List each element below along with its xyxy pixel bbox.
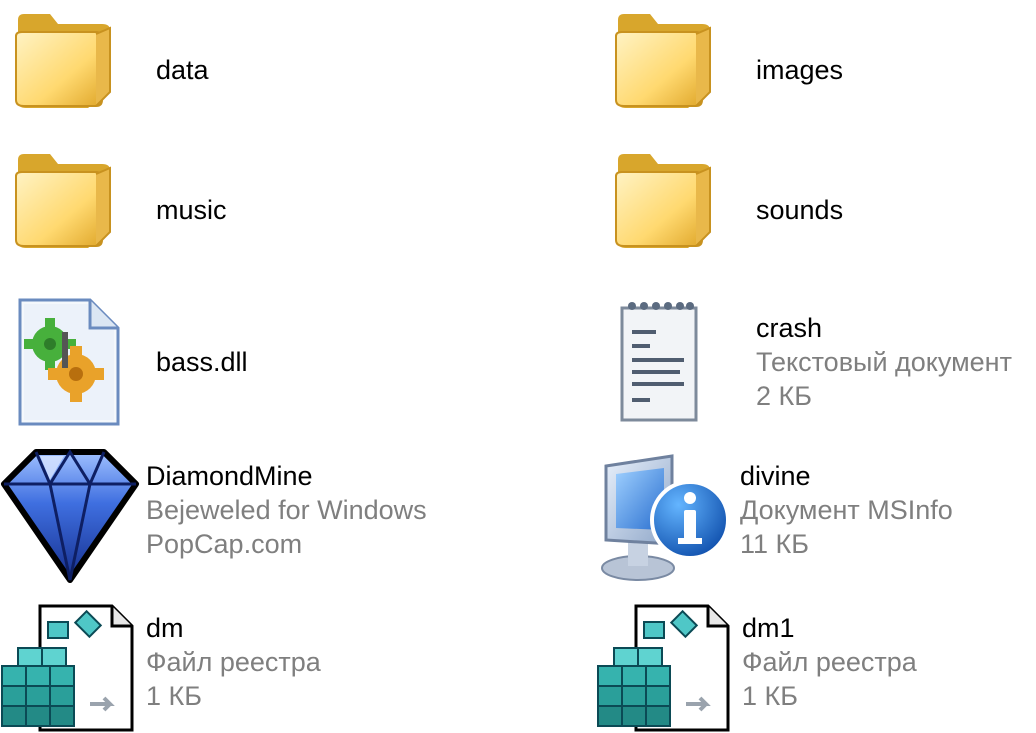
file-type: Файл реестра bbox=[742, 647, 917, 677]
file-size: 1 КБ bbox=[146, 681, 202, 711]
file-item-dm1[interactable]: dm1 Файл реестра 1 КБ bbox=[596, 592, 1036, 732]
file-item-divine[interactable]: divine Документ MSInfo 11 КБ bbox=[598, 440, 1036, 581]
msinfo-icon bbox=[598, 440, 738, 581]
file-item-data[interactable]: data bbox=[10, 0, 510, 140]
file-company: PopCap.com bbox=[146, 529, 303, 559]
dll-file-icon bbox=[10, 292, 150, 432]
file-name: dm1 bbox=[742, 613, 795, 643]
folder-icon bbox=[610, 140, 750, 280]
file-description: Bejeweled for Windows bbox=[146, 495, 427, 525]
file-item-diamondmine[interactable]: DiamondMine Bejeweled for Windows PopCap… bbox=[0, 440, 500, 583]
file-item-images[interactable]: images bbox=[610, 0, 1036, 140]
file-type: Файл реестра bbox=[146, 647, 321, 677]
file-item-bass-dll[interactable]: bass.dll bbox=[10, 292, 510, 432]
file-name: DiamondMine bbox=[146, 461, 313, 491]
file-name: music bbox=[156, 195, 227, 225]
file-type: Текстовый документ bbox=[756, 347, 1012, 377]
folder-icon bbox=[10, 0, 150, 140]
file-name: data bbox=[156, 55, 209, 85]
folder-icon bbox=[10, 140, 150, 280]
file-name: sounds bbox=[756, 195, 844, 225]
registry-file-icon bbox=[0, 592, 140, 732]
file-item-dm[interactable]: dm Файл реестра 1 КБ bbox=[0, 592, 500, 732]
file-item-sounds[interactable]: sounds bbox=[610, 140, 1036, 280]
file-name: dm bbox=[146, 613, 184, 643]
file-name: images bbox=[756, 55, 844, 85]
file-name: crash bbox=[756, 313, 823, 343]
file-name: divine bbox=[740, 461, 811, 491]
file-type: Документ MSInfo bbox=[740, 495, 953, 525]
file-size: 11 КБ bbox=[740, 529, 809, 559]
diamond-icon bbox=[0, 440, 140, 583]
folder-icon bbox=[610, 0, 750, 140]
file-item-music[interactable]: music bbox=[10, 140, 510, 280]
registry-file-icon bbox=[596, 592, 736, 732]
file-name: bass.dll bbox=[156, 347, 248, 377]
file-size: 1 КБ bbox=[742, 681, 798, 711]
file-size: 2 КБ bbox=[756, 381, 812, 411]
text-document-icon bbox=[610, 292, 750, 432]
file-item-crash[interactable]: crash Текстовый документ 2 КБ bbox=[610, 292, 1036, 432]
